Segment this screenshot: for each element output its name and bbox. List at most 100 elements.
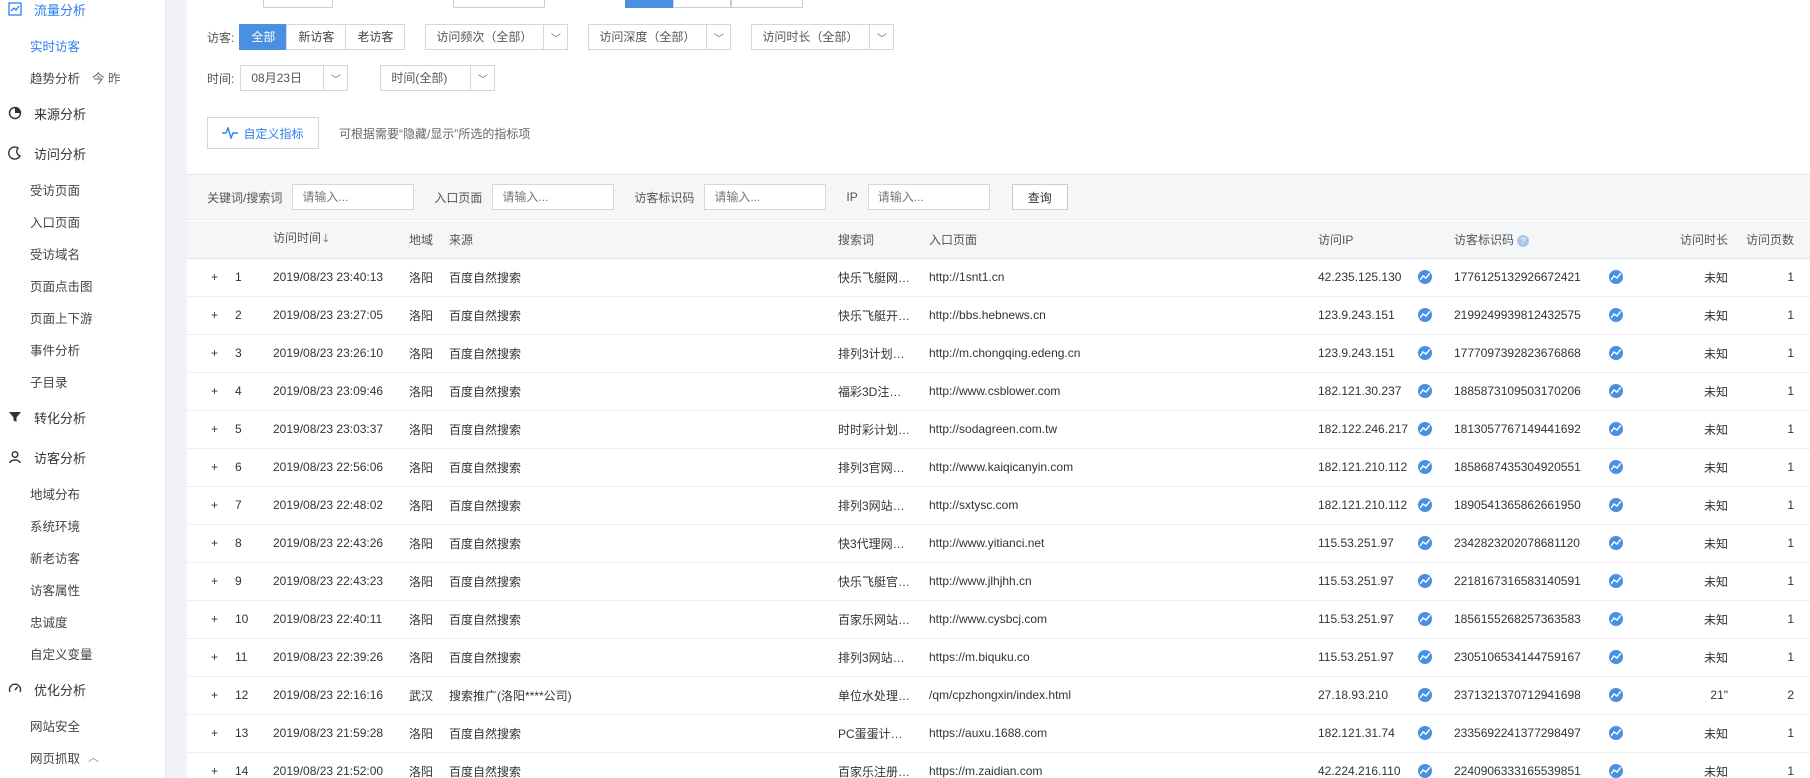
sidebar-group-visitor[interactable]: 访客分析 (0, 437, 165, 477)
entry-page-link[interactable]: http://sxtysc.com (929, 486, 1318, 525)
table-row[interactable]: +11 2019/08/23 22:39:26 洛阳 百度自然搜索 排列3网站… http… (187, 638, 1810, 677)
entry-page-link[interactable]: https://auxu.1688.com (929, 714, 1318, 753)
ip-trend-icon[interactable] (1418, 726, 1432, 741)
visitor-trend-icon[interactable] (1609, 688, 1623, 703)
sidebar-item-page-flow[interactable]: 页面上下游 (0, 301, 165, 333)
source-link[interactable]: 百度自然搜索 (449, 296, 838, 335)
visitor-trend-icon[interactable] (1609, 346, 1623, 361)
source-link[interactable]: 百度自然搜索 (449, 410, 838, 449)
visitor-trend-icon[interactable] (1609, 536, 1623, 551)
ip-trend-icon[interactable] (1418, 270, 1432, 285)
ip-trend-icon[interactable] (1418, 650, 1432, 665)
entry-page-link[interactable]: http://sodagreen.com.tw (929, 410, 1318, 449)
visitor-trend-icon[interactable] (1609, 764, 1623, 778)
visitor-trend-icon[interactable] (1609, 384, 1623, 399)
table-row[interactable]: +14 2019/08/23 21:52:00 洛阳 百度自然搜索 百家乐注册… http… (187, 752, 1810, 778)
sidebar-group-traffic[interactable]: 流量分析 (0, 0, 165, 29)
entry-page-link[interactable]: http://www.cysbcj.com (929, 600, 1318, 639)
sidebar-item-domains[interactable]: 受访域名 (0, 237, 165, 269)
sidebar-item-trend[interactable]: 趋势分析 今 昨 (0, 61, 165, 93)
custom-metric-button[interactable]: 自定义指标 (207, 117, 319, 149)
table-row[interactable]: +5 2019/08/23 23:03:37 洛阳 百度自然搜索 时时彩计划… http:… (187, 410, 1810, 449)
expand-row-icon[interactable]: + (187, 334, 235, 373)
expand-row-icon[interactable]: + (187, 600, 235, 639)
expand-row-icon[interactable]: + (187, 752, 235, 778)
sidebar-item-security[interactable]: 网站安全 (0, 709, 165, 741)
table-row[interactable]: +3 2019/08/23 23:26:10 洛阳 百度自然搜索 排列3计划… http:… (187, 334, 1810, 373)
ip-trend-icon[interactable] (1418, 308, 1432, 323)
source-link[interactable]: 百度自然搜索 (449, 486, 838, 525)
visitor-trend-icon[interactable] (1609, 574, 1623, 589)
ip-trend-icon[interactable] (1418, 688, 1432, 703)
sidebar-item-attributes[interactable]: 访客属性 (0, 573, 165, 605)
table-row[interactable]: +1 2019/08/23 23:40:13 洛阳 百度自然搜索 快乐飞艇网… http:… (187, 258, 1810, 297)
sidebar-group-optimize[interactable]: 优化分析 (0, 669, 165, 709)
sidebar-item-loyalty[interactable]: 忠诚度 (0, 605, 165, 637)
sidebar-item-system[interactable]: 系统环境 (0, 509, 165, 541)
ip-input[interactable] (867, 184, 990, 210)
sidebar-item-new-old[interactable]: 新老访客 (0, 541, 165, 573)
entry-page-link[interactable]: https://m.biquku.co (929, 638, 1318, 677)
table-row[interactable]: +6 2019/08/23 22:56:06 洛阳 百度自然搜索 排列3官网… http:… (187, 448, 1810, 487)
visitor-trend-icon[interactable] (1609, 270, 1623, 285)
ip-trend-icon[interactable] (1418, 574, 1432, 589)
chevron-up-icon[interactable]: ︿ (88, 749, 99, 765)
sidebar-item-realtime[interactable]: 实时访客 (0, 29, 165, 61)
source-link[interactable]: 搜索推广(洛阳****公司) (449, 676, 838, 715)
sidebar-item-entry-pages[interactable]: 入口页面 (0, 205, 165, 237)
table-row[interactable]: +10 2019/08/23 22:40:11 洛阳 百度自然搜索 百家乐网站… http… (187, 600, 1810, 639)
visitor-trend-icon[interactable] (1609, 498, 1623, 513)
sidebar-item-crawl[interactable]: 网页抓取 ︿ (0, 741, 165, 773)
ip-trend-icon[interactable] (1418, 460, 1432, 475)
sort-down-icon[interactable]: 🡓 (323, 233, 329, 245)
table-row[interactable]: +7 2019/08/23 22:48:02 洛阳 百度自然搜索 排列3网站… http:… (187, 486, 1810, 525)
entry-page-link[interactable]: /qm/cpzhongxin/index.html (929, 676, 1318, 715)
sidebar-group-visit[interactable]: 访问分析 (0, 133, 165, 173)
table-row[interactable]: +13 2019/08/23 21:59:28 洛阳 百度自然搜索 PC蛋蛋计… http… (187, 714, 1810, 753)
source-link[interactable]: 百度自然搜索 (449, 714, 838, 753)
expand-row-icon[interactable]: + (187, 258, 235, 297)
sidebar-item-click-map[interactable]: 页面点击图 (0, 269, 165, 301)
expand-row-icon[interactable]: + (187, 524, 235, 563)
entry-page-link[interactable]: http://www.kaiqicanyin.com (929, 448, 1318, 487)
ip-trend-icon[interactable] (1418, 764, 1432, 778)
source-link[interactable]: 百度自然搜索 (449, 752, 838, 778)
table-row[interactable]: +8 2019/08/23 22:43:26 洛阳 百度自然搜索 快3代理网… http:… (187, 524, 1810, 563)
table-row[interactable]: +4 2019/08/23 23:09:46 洛阳 百度自然搜索 福彩3D注… http:… (187, 372, 1810, 411)
sidebar-item-geo[interactable]: 地域分布 (0, 477, 165, 509)
visit-duration-select[interactable]: 访问时长（全部） ﹀ (751, 24, 895, 50)
visitor-trend-icon[interactable] (1609, 460, 1623, 475)
sidebar-item-subdirectory[interactable]: 子目录 (0, 365, 165, 397)
cut-seg-3[interactable] (731, 0, 803, 8)
ip-trend-icon[interactable] (1418, 346, 1432, 361)
ip-trend-icon[interactable] (1418, 422, 1432, 437)
ip-trend-icon[interactable] (1418, 384, 1432, 399)
expand-row-icon[interactable]: + (187, 714, 235, 753)
expand-row-icon[interactable]: + (187, 372, 235, 411)
visitor-trend-icon[interactable] (1609, 422, 1623, 437)
table-row[interactable]: +2 2019/08/23 23:27:05 洛阳 百度自然搜索 快乐飞艇开… http:… (187, 296, 1810, 335)
entry-page-link[interactable]: http://1snt1.cn (929, 258, 1318, 297)
expand-row-icon[interactable]: + (187, 562, 235, 601)
cut-seg-2[interactable] (673, 0, 731, 8)
entry-page-link[interactable]: https://m.zaidian.com (929, 752, 1318, 778)
header-visit-time[interactable]: 访问时间 🡓 (273, 221, 409, 259)
expand-row-icon[interactable]: + (187, 486, 235, 525)
table-row[interactable]: +12 2019/08/23 22:16:16 武汉 搜索推广(洛阳****公司) 单位… (187, 676, 1810, 715)
entry-page-link[interactable]: http://bbs.hebnews.cn (929, 296, 1318, 335)
entry-page-input[interactable] (492, 184, 615, 210)
source-link[interactable]: 百度自然搜索 (449, 562, 838, 601)
source-link[interactable]: 百度自然搜索 (449, 448, 838, 487)
expand-row-icon[interactable]: + (187, 296, 235, 335)
visit-frequency-select[interactable]: 访问频次（全部） ﹀ (425, 24, 569, 50)
ip-trend-icon[interactable] (1418, 536, 1432, 551)
expand-row-icon[interactable]: + (187, 410, 235, 449)
cut-seg-active[interactable] (625, 0, 673, 8)
expand-row-icon[interactable]: + (187, 638, 235, 677)
visitor-id-input[interactable] (704, 184, 827, 210)
source-link[interactable]: 百度自然搜索 (449, 600, 838, 639)
table-row[interactable]: +9 2019/08/23 22:43:23 洛阳 百度自然搜索 快乐飞艇官… http:… (187, 562, 1810, 601)
source-link[interactable]: 百度自然搜索 (449, 372, 838, 411)
query-button[interactable]: 查询 (1011, 184, 1068, 210)
trend-today-yesterday[interactable]: 今 昨 (92, 68, 120, 87)
